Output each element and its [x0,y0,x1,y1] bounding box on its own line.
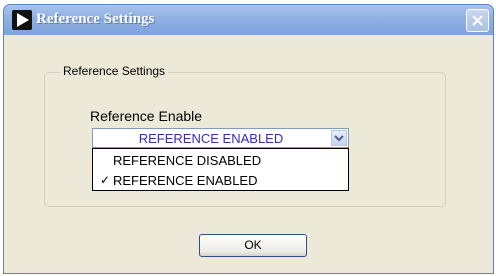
dialog-window: Reference Settings Reference Settings Re… [3,4,494,274]
option-label: REFERENCE ENABLED [113,173,258,188]
group-legend: Reference Settings [60,64,169,78]
option-label: REFERENCE DISABLED [113,153,262,168]
title-bar[interactable]: Reference Settings [4,5,493,35]
window-title: Reference Settings [36,11,155,27]
combobox-dropdown-button[interactable] [331,130,347,146]
dialog-client-area: Reference Settings Reference Enable REFE… [8,35,489,273]
chevron-down-icon [334,135,344,142]
option-reference-enabled[interactable]: ✓ REFERENCE ENABLED [93,170,348,190]
reference-enable-dropdown-list: REFERENCE DISABLED ✓ REFERENCE ENABLED [92,148,349,191]
option-reference-disabled[interactable]: REFERENCE DISABLED [93,150,348,170]
reference-enable-label: Reference Enable [90,108,203,124]
check-mark-icon: ✓ [100,173,111,187]
reference-enable-combobox[interactable]: REFERENCE ENABLED [92,128,349,148]
play-arrow-icon [12,10,32,30]
close-icon [472,15,483,26]
close-button[interactable] [466,9,489,32]
ok-button[interactable]: OK [199,234,307,257]
combobox-selected-value: REFERENCE ENABLED [138,131,284,146]
